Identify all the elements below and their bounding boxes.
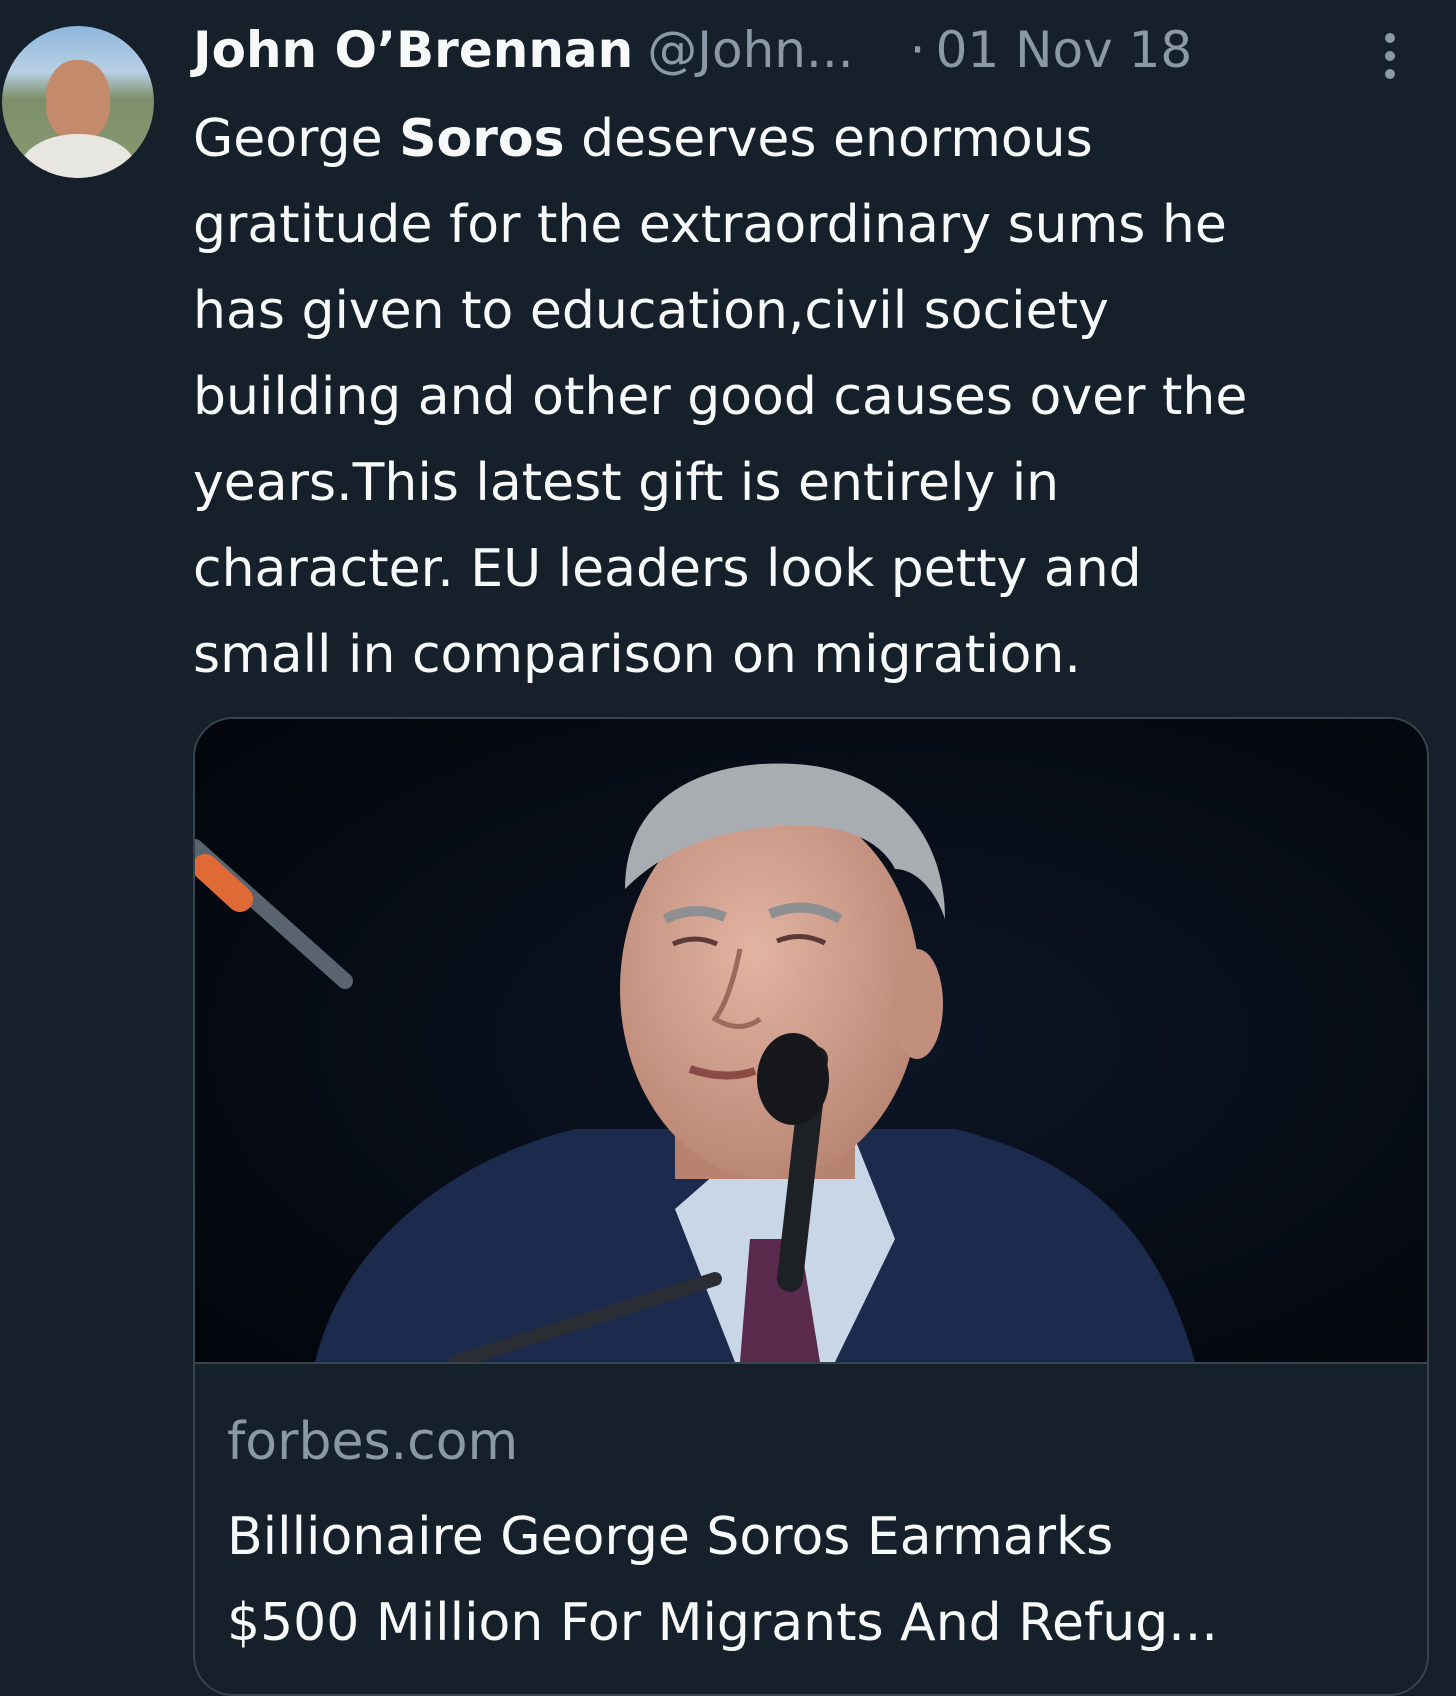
tweet[interactable]: John O’Brennan @John... · 01 Nov 18 Geor… bbox=[0, 0, 1456, 1696]
author-avatar[interactable] bbox=[2, 26, 154, 178]
tweet-text-line: George Soros deserves enormous bbox=[193, 96, 1443, 182]
card-title-line: $500 Million For Migrants And Refug... bbox=[227, 1593, 1218, 1653]
tweet-timestamp[interactable]: 01 Nov 18 bbox=[936, 21, 1193, 79]
author-handle[interactable]: @John... bbox=[647, 21, 853, 79]
link-preview-card[interactable]: forbes.com Billionaire George Soros Earm… bbox=[193, 717, 1429, 1696]
tweet-text-line: years.This latest gift is entirely in bbox=[193, 453, 1060, 513]
tweet-text-segment: George bbox=[193, 109, 400, 169]
card-title[interactable]: Billionaire George Soros Earmarks $500 M… bbox=[227, 1494, 1407, 1666]
author-name[interactable]: John O’Brennan bbox=[193, 21, 633, 79]
tweet-text-line: small in comparison on migration. bbox=[193, 625, 1081, 685]
tweet-text-line: building and other good causes over the bbox=[193, 367, 1248, 427]
card-domain[interactable]: forbes.com bbox=[227, 1412, 518, 1472]
avatar-shirt bbox=[20, 134, 136, 178]
card-meta: forbes.com Billionaire George Soros Earm… bbox=[195, 1362, 1427, 1694]
more-vertical-icon bbox=[1385, 33, 1395, 79]
avatar-face bbox=[46, 60, 110, 140]
more-options-button[interactable] bbox=[1372, 26, 1408, 86]
tweet-text-segment: deserves enormous bbox=[564, 109, 1093, 169]
card-photo-illustration bbox=[195, 719, 1427, 1369]
tweet-text: George Soros deserves enormous gratitude… bbox=[193, 96, 1443, 698]
tweet-text-line: character. EU leaders look petty and bbox=[193, 539, 1142, 599]
tweet-header: John O’Brennan @John... · 01 Nov 18 bbox=[193, 14, 1403, 86]
tweet-text-highlight: Soros bbox=[399, 109, 565, 169]
card-title-line: Billionaire George Soros Earmarks bbox=[227, 1507, 1114, 1567]
card-image bbox=[195, 719, 1427, 1369]
tweet-text-line: gratitude for the extraordinary sums he bbox=[193, 195, 1227, 255]
tweet-text-line: has given to education,civil society bbox=[193, 281, 1109, 341]
header-separator: · bbox=[909, 21, 926, 79]
